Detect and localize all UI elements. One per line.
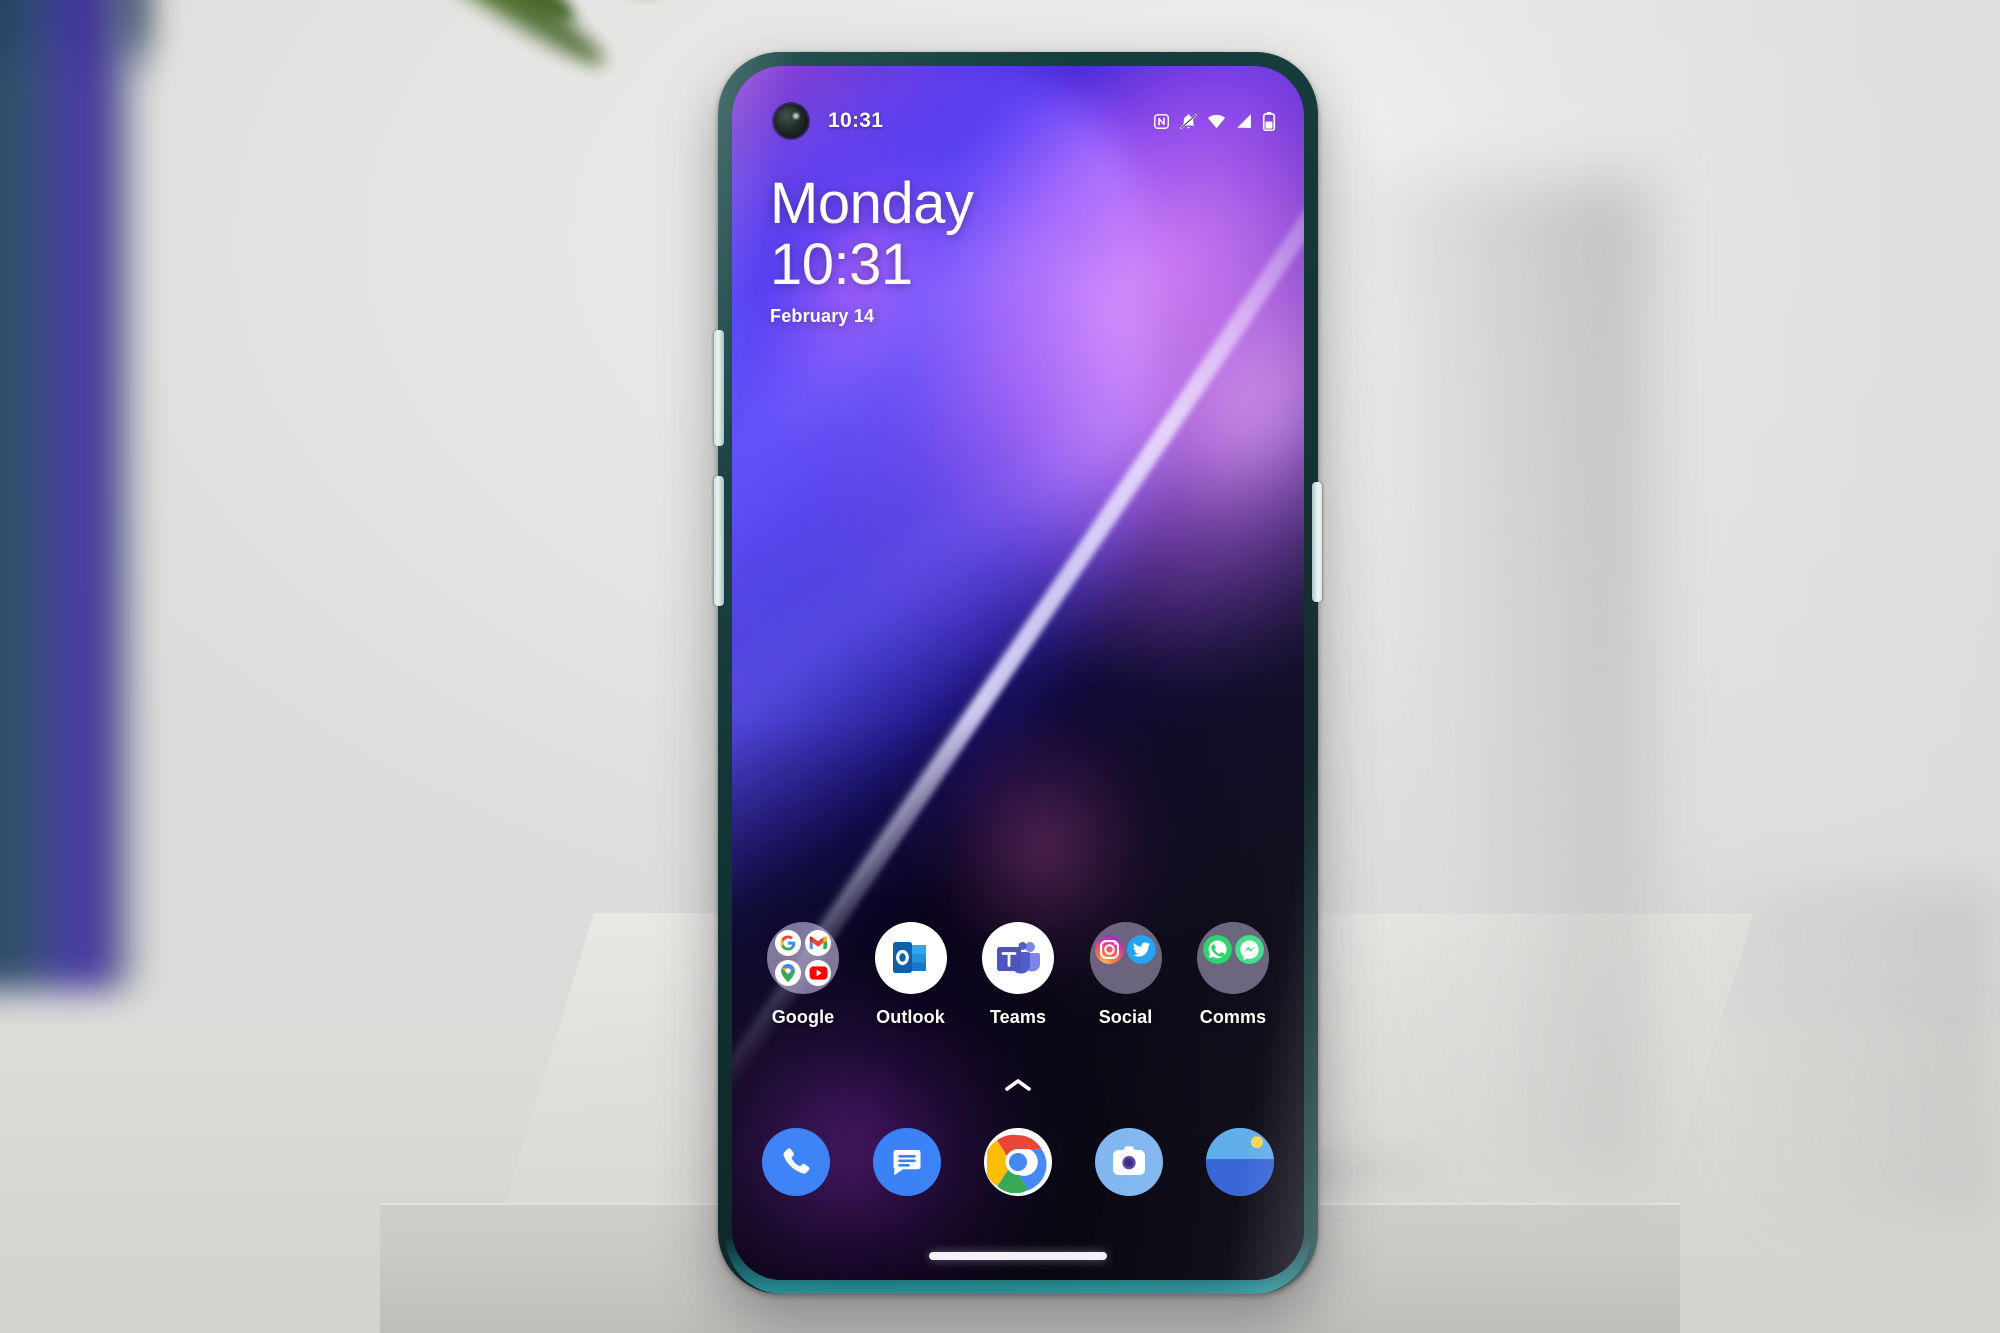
google-folder-icon — [767, 922, 839, 994]
dock-chrome[interactable] — [984, 1128, 1052, 1196]
wifi-icon — [1207, 112, 1226, 131]
status-bar-icons — [1153, 111, 1276, 131]
app-outlook[interactable]: Outlook — [866, 922, 956, 1028]
power-button[interactable] — [1312, 482, 1322, 602]
cellular-signal-icon — [1235, 112, 1253, 130]
photo-scene: 10:31 Monday 10:31 February 14 Google Ou… — [0, 0, 2000, 1333]
alert-slider[interactable] — [714, 330, 724, 446]
clock-widget-time: 10:31 — [770, 231, 913, 297]
twitter-icon — [1127, 935, 1156, 964]
volume-rocker[interactable] — [714, 476, 724, 606]
gmail-icon — [805, 930, 831, 956]
smartphone-device: 10:31 Monday 10:31 February 14 Google Ou… — [714, 52, 1322, 1294]
ringer-muted-icon — [1179, 112, 1198, 131]
google-icon — [775, 930, 801, 956]
outlook-icon — [874, 922, 947, 994]
app-folder-social[interactable]: Social — [1081, 922, 1171, 1028]
clock-widget-day: Monday — [770, 171, 974, 236]
home-screen-app-row: Google Outlook Teams Social Comms — [732, 922, 1304, 1028]
app-drawer-chevron[interactable] — [732, 1076, 1304, 1094]
app-label: Comms — [1199, 1007, 1267, 1027]
dock-camera[interactable] — [1095, 1128, 1163, 1196]
status-bar-clock: 10:31 — [828, 109, 884, 132]
status-bar: 10:31 — [732, 100, 1304, 142]
social-folder-icon — [1089, 922, 1162, 994]
nfc-icon — [1153, 113, 1170, 130]
battery-icon — [1262, 111, 1276, 131]
app-label: Outlook — [876, 1007, 945, 1027]
blurred-blue-vase — [0, 0, 140, 990]
teams-icon — [982, 922, 1054, 994]
dock-gallery[interactable] — [1206, 1128, 1274, 1196]
whatsapp-icon — [1202, 935, 1232, 964]
gesture-pill[interactable] — [929, 1252, 1107, 1260]
app-teams[interactable]: Teams — [973, 922, 1063, 1028]
phone-screen[interactable]: 10:31 Monday 10:31 February 14 Google Ou… — [732, 66, 1304, 1280]
dock-phone[interactable] — [762, 1128, 830, 1196]
lockscreen-clock-widget[interactable]: Monday 10:31 February 14 — [770, 171, 974, 327]
home-screen-dock — [732, 1128, 1304, 1196]
app-label: Social — [1098, 1007, 1153, 1027]
instagram-icon — [1095, 935, 1124, 964]
messenger-icon — [1234, 935, 1264, 964]
clock-widget-date: February 14 — [770, 305, 875, 326]
app-folder-comms[interactable]: Comms — [1188, 922, 1278, 1028]
app-label: Teams — [989, 1007, 1047, 1027]
app-folder-google[interactable]: Google — [758, 922, 848, 1028]
maps-icon — [775, 960, 801, 986]
app-label: Google — [771, 1007, 835, 1027]
youtube-icon — [805, 960, 831, 986]
dock-messages[interactable] — [873, 1128, 941, 1196]
comms-folder-icon — [1197, 922, 1269, 994]
